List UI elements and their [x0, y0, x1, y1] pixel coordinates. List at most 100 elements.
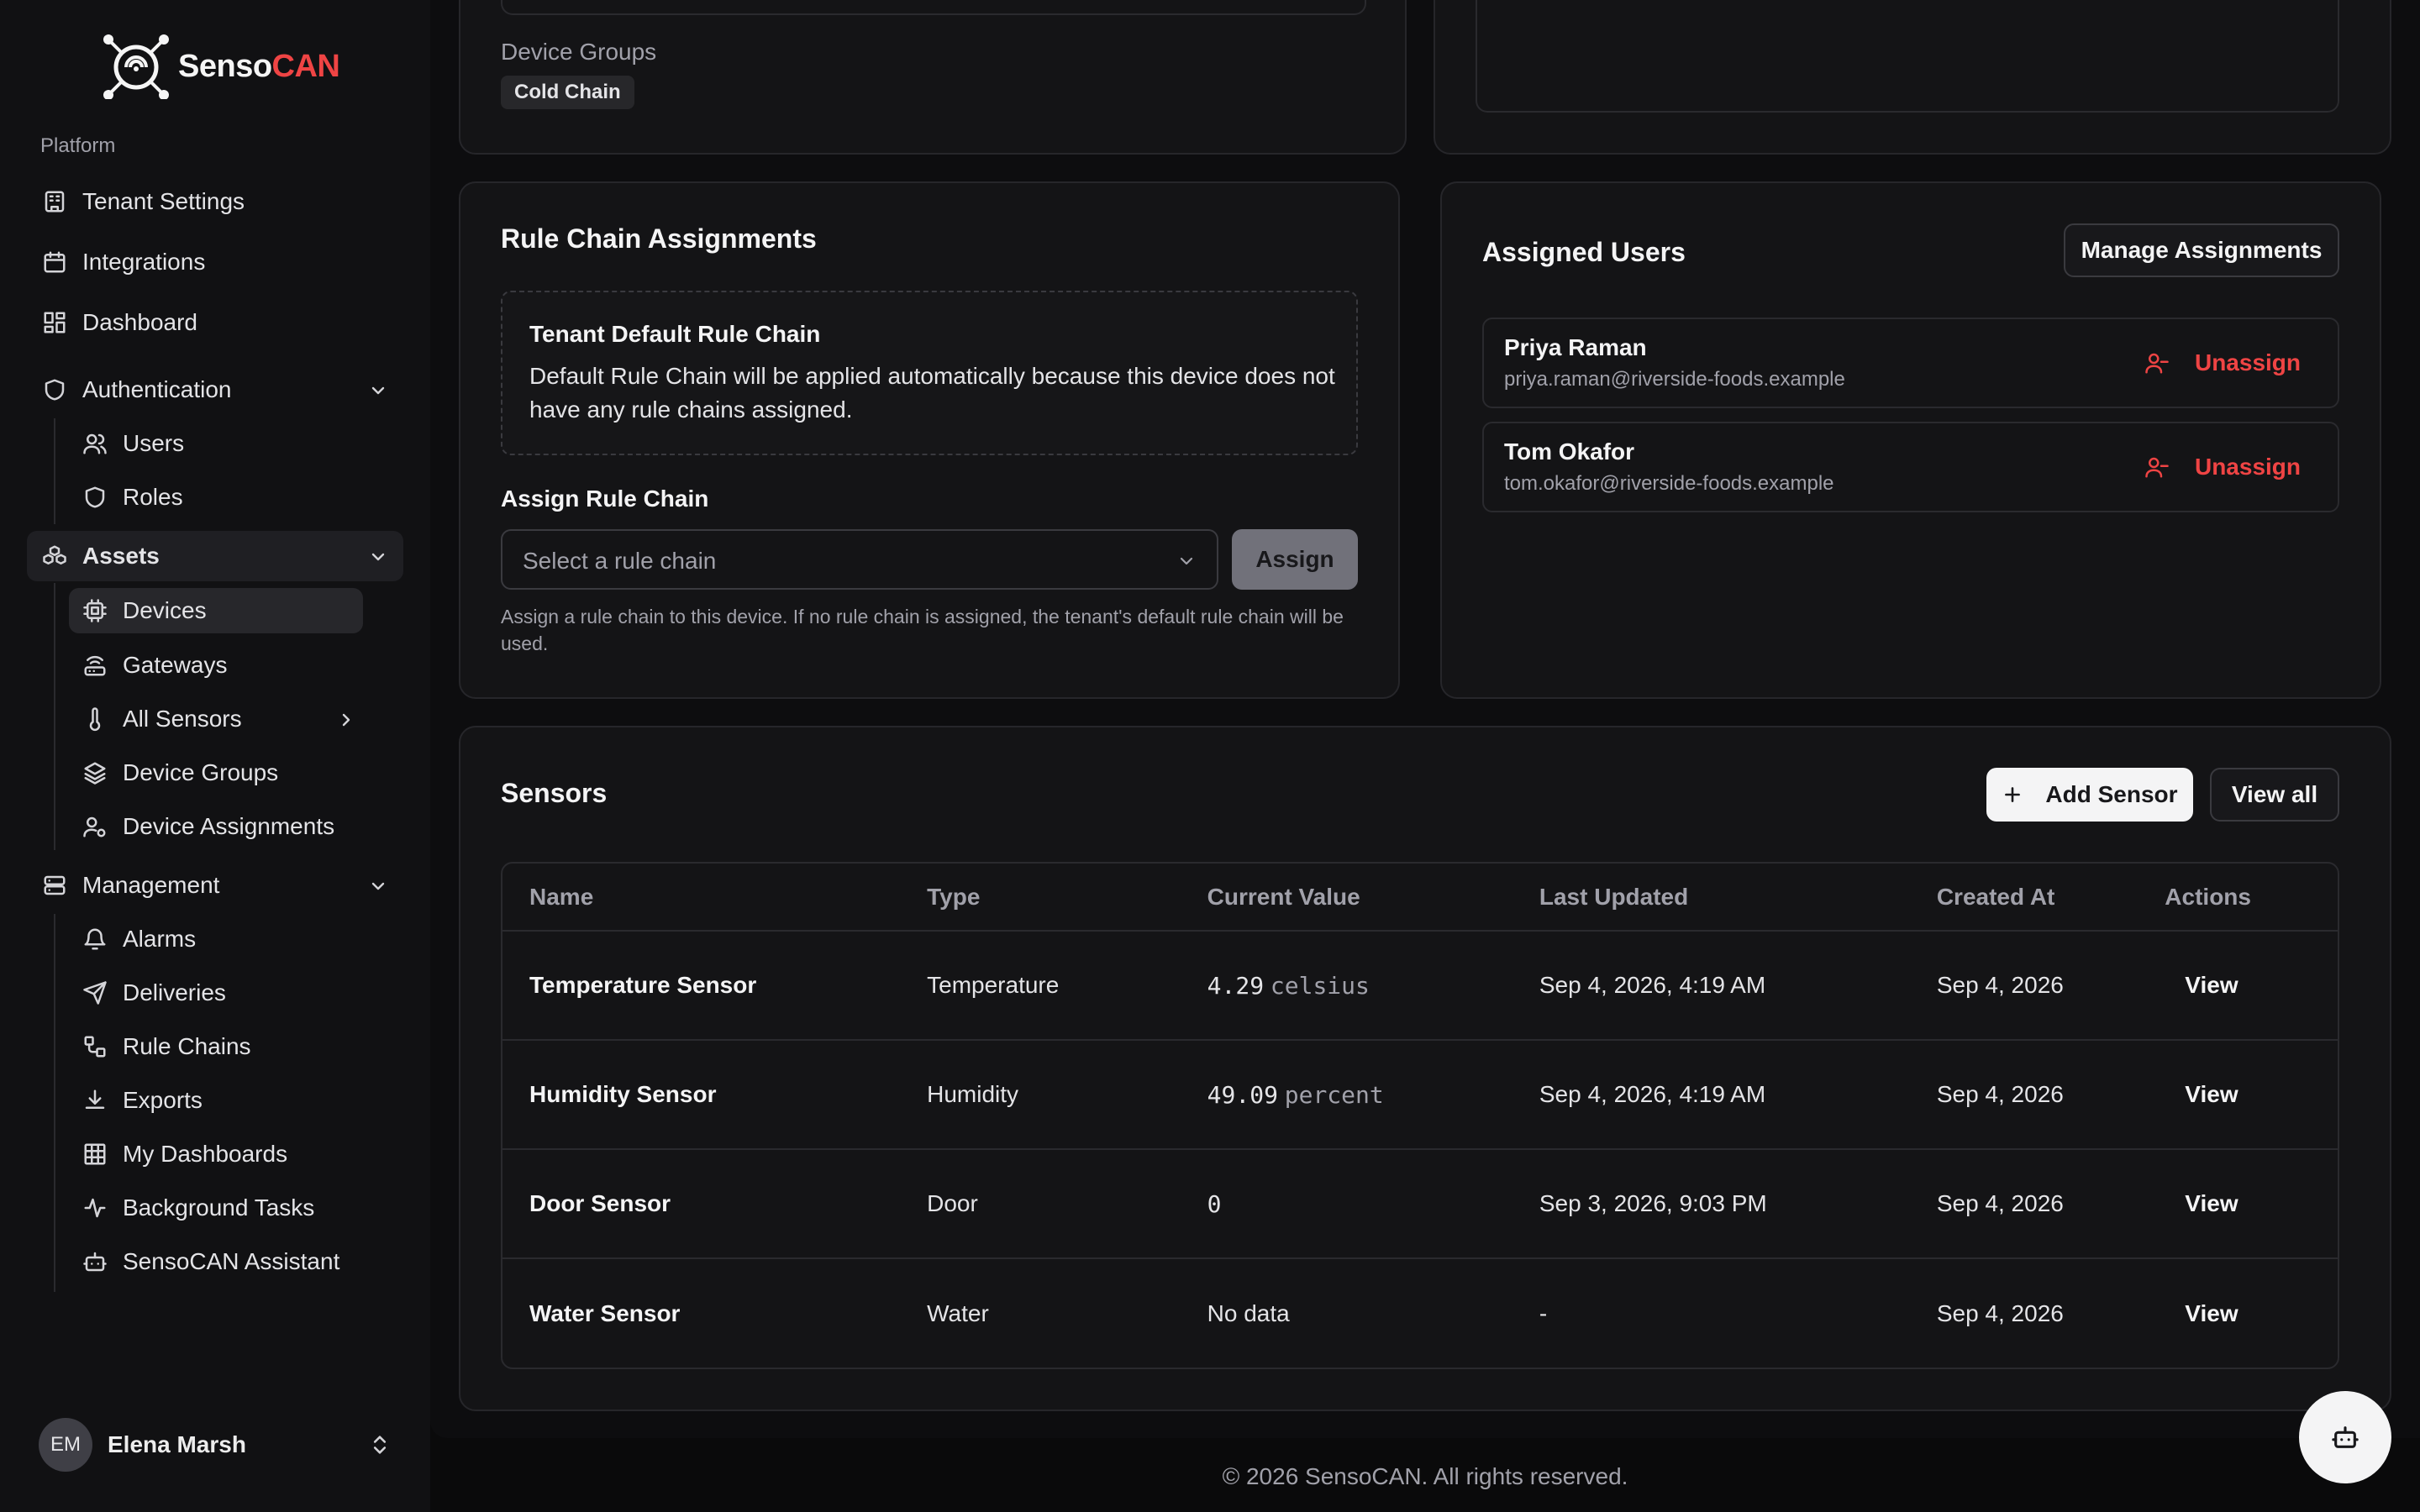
sidebar-item-users[interactable]: Users — [71, 418, 363, 469]
column-header-name[interactable]: Name — [502, 864, 900, 931]
sensor-created-at: Sep 4, 2026 — [1936, 1190, 2064, 1216]
view-sensor-link[interactable]: View — [2165, 931, 2338, 1040]
chevron-down-icon — [1180, 557, 1193, 565]
sidebar-item-rule-chains[interactable]: Rule Chains — [71, 1021, 363, 1072]
table-row[interactable]: Water Sensor Water No data - Sep 4, 2026… — [502, 1258, 2338, 1368]
sidebar-item-integrations[interactable]: Integrations — [29, 237, 403, 287]
view-all-button[interactable]: View all — [2210, 768, 2339, 822]
logo-icon — [103, 34, 169, 99]
sensor-value: 49.09 — [1207, 1080, 1278, 1109]
assign-rule-chain-label: Assign Rule Chain — [501, 486, 709, 512]
view-sensor-link[interactable]: View — [2165, 1040, 2338, 1149]
assigned-user-row: Tom Okafor tom.okafor@riverside-foods.ex… — [1482, 422, 2339, 512]
top-right-panel — [1476, 0, 2339, 113]
sidebar-item-device-groups[interactable]: Device Groups — [71, 748, 363, 798]
sidebar-item-all-sensors[interactable]: All Sensors — [71, 694, 363, 744]
sensor-name[interactable]: Temperature Sensor — [502, 931, 900, 1040]
top-right-card — [1434, 0, 2391, 155]
sidebar-item-roles[interactable]: Roles — [71, 472, 363, 522]
rule-chain-select-placeholder: Select a rule chain — [523, 548, 717, 574]
sidebar-item-label: Authentication — [82, 376, 232, 402]
sidebar-item-deliveries[interactable]: Deliveries — [71, 968, 363, 1018]
workflow-icon — [81, 1032, 109, 1061]
sidebar-item-alarms[interactable]: Alarms — [71, 914, 363, 964]
sidebar-item-gateways[interactable]: Gateways — [71, 640, 363, 690]
sidebar-item-label: Users — [123, 430, 185, 456]
sidebar-item-management[interactable]: Management — [29, 860, 403, 911]
sidebar-item-my-dashboards[interactable]: My Dashboards — [71, 1129, 363, 1179]
assigned-user-name: Priya Raman — [1504, 334, 1647, 360]
sensor-name[interactable]: Humidity Sensor — [502, 1040, 900, 1149]
send-icon — [81, 979, 109, 1007]
sensors-table: Name Type Current Value Last Updated Cre… — [501, 862, 2339, 1369]
sidebar-item-label: Device Groups — [123, 759, 279, 785]
add-sensor-button[interactable]: Add Sensor — [1986, 768, 2193, 822]
sidebar-item-devices[interactable]: Devices — [69, 588, 363, 633]
sensor-created-at: Sep 4, 2026 — [1936, 1081, 2064, 1107]
thermometer-icon — [81, 705, 109, 733]
sidebar-item-assets[interactable]: Assets — [27, 531, 403, 581]
device-groups-label: Device Groups — [501, 39, 657, 65]
user-minus-icon — [2145, 353, 2169, 374]
device-group-chip[interactable]: Cold Chain — [501, 76, 634, 109]
sidebar-item-device-assignments[interactable]: Device Assignments — [71, 801, 363, 852]
table-row[interactable]: Door Sensor Door 0 Sep 3, 2026, 9:03 PM … — [502, 1149, 2338, 1258]
sidebar-item-authentication[interactable]: Authentication — [29, 365, 403, 415]
boxes-icon — [40, 542, 69, 570]
sidebar-item-label: My Dashboards — [123, 1141, 288, 1167]
sensor-created-at: Sep 4, 2026 — [1936, 1299, 2064, 1326]
table-header-row: Name Type Current Value Last Updated Cre… — [502, 864, 2338, 931]
view-sensor-link[interactable]: View — [2165, 1149, 2338, 1258]
table-row[interactable]: Humidity Sensor Humidity 49.09 percent S… — [502, 1040, 2338, 1149]
user-menu[interactable]: EM Elena Marsh — [39, 1418, 392, 1472]
sensor-value-cell: 49.09 percent — [1181, 1040, 1512, 1149]
unassign-button[interactable]: Unassign — [2144, 454, 2301, 480]
user-cog-icon — [81, 812, 109, 841]
sensor-value: 4.29 — [1207, 971, 1265, 1000]
shield-icon — [81, 483, 109, 512]
sensor-value: No data — [1207, 1299, 1290, 1326]
sidebar-item-label: Rule Chains — [123, 1033, 251, 1059]
management-guide-line — [54, 914, 55, 1292]
column-header-last-updated[interactable]: Last Updated — [1512, 864, 1910, 931]
sidebar-item-dashboard[interactable]: Dashboard — [29, 297, 403, 348]
assigned-user-email: priya.raman@riverside-foods.example — [1504, 368, 1845, 391]
assign-button[interactable]: Assign — [1232, 529, 1358, 590]
manage-assignments-button[interactable]: Manage Assignments — [2064, 223, 2339, 277]
users-icon — [81, 429, 109, 458]
add-sensor-label: Add Sensor — [2045, 781, 2178, 807]
sensor-name[interactable]: Door Sensor — [502, 1149, 900, 1258]
column-header-actions: Actions — [2165, 883, 2251, 910]
column-header-current-value[interactable]: Current Value — [1181, 864, 1512, 931]
sidebar-item-label: Gateways — [123, 652, 228, 678]
assigned-user-name: Tom Okafor — [1504, 438, 1635, 465]
sidebar-item-label: Management — [82, 872, 220, 898]
table-row[interactable]: Temperature Sensor Temperature 4.29 cels… — [502, 931, 2338, 1040]
rule-chain-card: Rule Chain Assignments Tenant Default Ru… — [459, 181, 1400, 699]
brand-logo[interactable]: SensoCAN — [101, 34, 340, 99]
assistant-fab[interactable] — [2299, 1391, 2391, 1483]
download-icon — [81, 1086, 109, 1115]
sidebar-item-sensocan-assistant[interactable]: SensoCAN Assistant — [71, 1236, 363, 1287]
rule-chain-select[interactable]: Select a rule chain — [501, 529, 1218, 590]
sensor-unit: percent — [1284, 1080, 1384, 1109]
router-icon — [81, 651, 109, 680]
unassign-button[interactable]: Unassign — [2144, 349, 2301, 376]
sensor-last-updated: Sep 4, 2026, 4:19 AM — [1539, 1081, 1766, 1107]
chevron-down-icon — [368, 875, 388, 895]
sensor-type: Temperature — [927, 972, 1060, 998]
column-header-type[interactable]: Type — [900, 864, 1181, 931]
bot-icon — [2332, 1426, 2359, 1448]
sidebar-item-background-tasks[interactable]: Background Tasks — [71, 1183, 363, 1233]
default-rule-chain-title: Tenant Default Rule Chain — [529, 321, 821, 347]
sidebar-item-tenant-settings[interactable]: Tenant Settings — [29, 176, 403, 227]
sensor-value: 0 — [1207, 1189, 1222, 1218]
sensors-card: Sensors Add Sensor View all Name Type Cu… — [459, 726, 2391, 1411]
sidebar-item-label: Exports — [123, 1087, 203, 1113]
sensor-name[interactable]: Water Sensor — [502, 1258, 900, 1368]
sidebar: SensoCAN Platform Tenant Settings Integr… — [0, 0, 430, 1512]
view-sensor-link[interactable]: View — [2165, 1258, 2338, 1368]
sidebar-item-exports[interactable]: Exports — [71, 1075, 363, 1126]
footer-copyright: © 2026 SensoCAN. All rights reserved. — [1222, 1463, 1628, 1489]
column-header-created-at[interactable]: Created At — [1910, 864, 2165, 931]
